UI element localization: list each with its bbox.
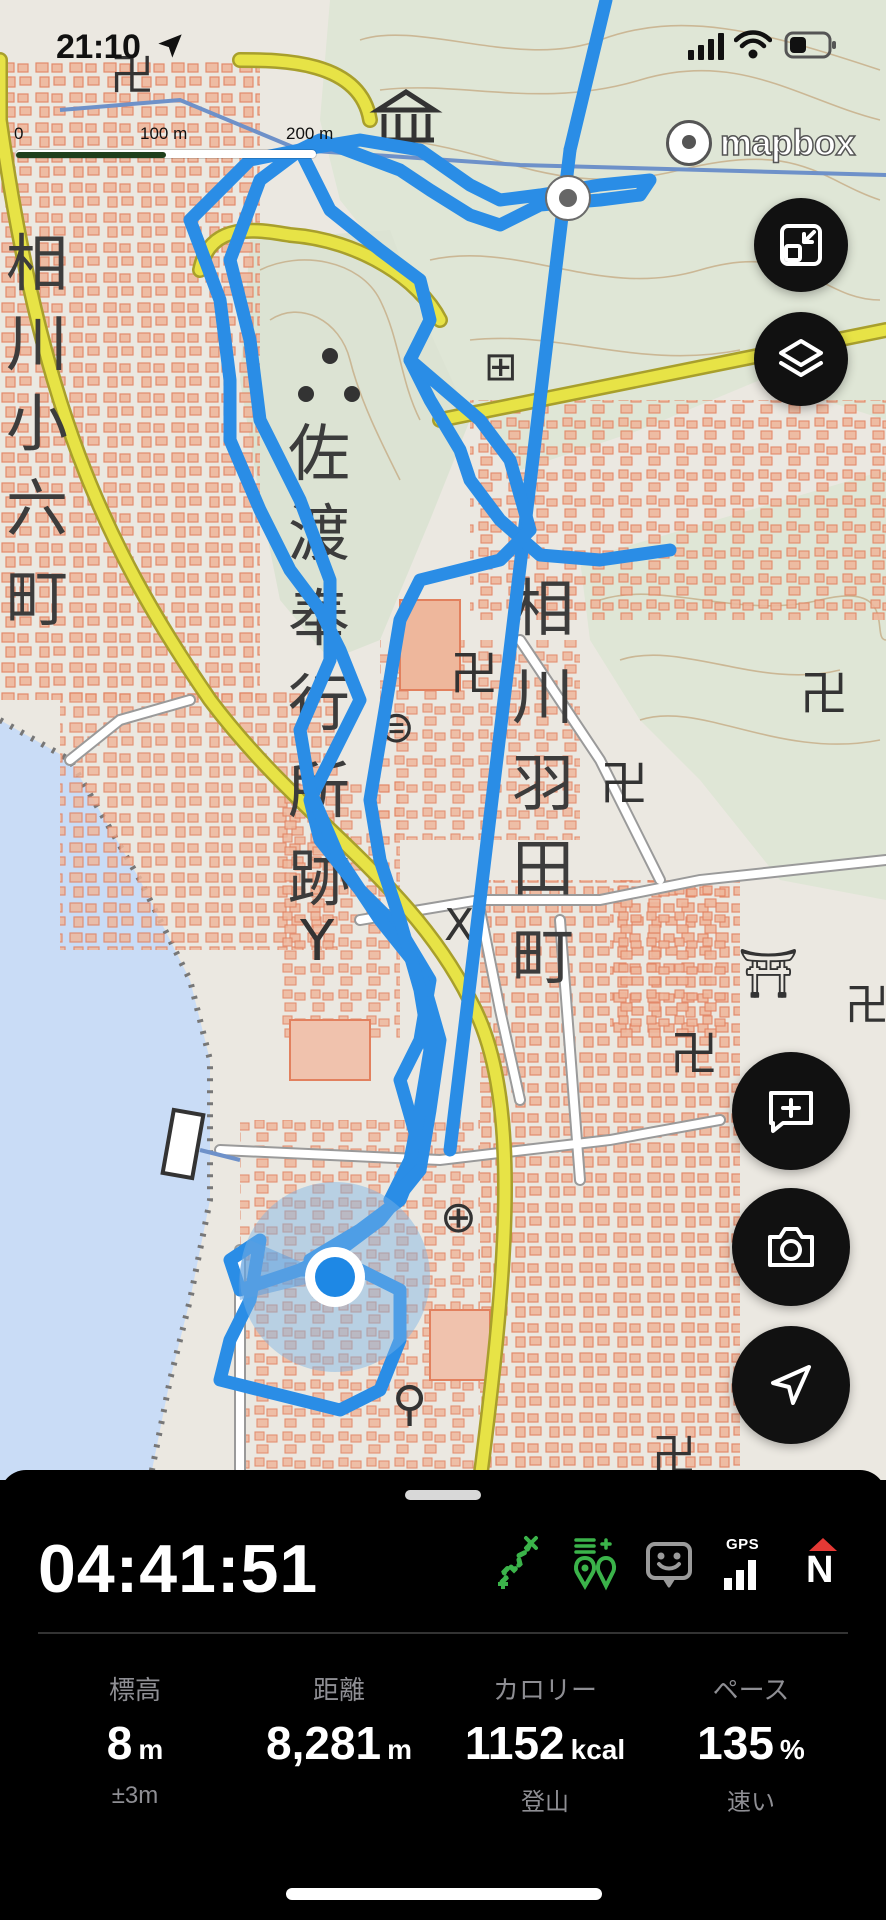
panel-divider — [38, 1632, 848, 1634]
compass-north-label: N — [806, 1549, 834, 1591]
activity-panel[interactable]: 04:41:51 GPS N 標高 8m ±3m 距離 8,281 m カロリー… — [0, 1470, 886, 1920]
mapbox-wordmark: mapbox — [719, 121, 856, 164]
stat-sub: ±3m — [111, 1782, 159, 1809]
stat-elevation: 標高 8m ±3m — [30, 1670, 240, 1810]
map-label-char: 小 — [6, 387, 68, 460]
map-view[interactable]: 卍 卍 卍 卍 卍 卍 卍 ⛩ ⊞ ⊜ ⊕ ⚲ Y X 相 川 小 六 町 佐 … — [0, 0, 886, 1480]
svg-text:卍: 卍 — [600, 756, 648, 812]
svg-text:⚲: ⚲ — [392, 1376, 427, 1432]
map-scale-bar: 0 100 m 200 m — [14, 124, 336, 164]
camera-button[interactable] — [732, 1188, 850, 1306]
elapsed-time: 04:41:51 — [38, 1531, 319, 1607]
svg-text:卍: 卍 — [670, 1026, 718, 1082]
expand-map-button[interactable] — [754, 198, 848, 292]
map-label-char: 町 — [512, 920, 574, 993]
stat-value: 8,281 — [265, 1717, 382, 1769]
stat-label: カロリー — [492, 1675, 597, 1705]
stat-calories: カロリー 1152 kcal 登山 — [440, 1670, 650, 1817]
map-label-char: 羽 — [512, 747, 574, 820]
gps-status-icon[interactable]: GPS — [718, 1534, 772, 1592]
svg-text:⛩: ⛩ — [738, 946, 799, 1002]
layers-button[interactable] — [754, 312, 848, 406]
stat-value: 1152 — [464, 1717, 565, 1769]
companion-device-icon[interactable] — [642, 1534, 696, 1592]
stat-label: 標高 — [108, 1675, 161, 1705]
location-arrow-icon — [158, 34, 182, 58]
layers-icon — [779, 339, 823, 377]
svg-text:⊞: ⊞ — [484, 344, 518, 390]
stat-unit: kcal — [570, 1734, 626, 1765]
wifi-icon — [734, 30, 772, 59]
route-icon[interactable] — [492, 1534, 546, 1592]
svg-text:⊕: ⊕ — [440, 1192, 477, 1243]
stat-unit: m — [387, 1734, 413, 1765]
panel-drag-handle[interactable] — [405, 1490, 481, 1500]
mapbox-attribution[interactable]: mapbox — [666, 118, 856, 168]
cellular-signal-icon — [688, 33, 724, 60]
scale-fill — [16, 152, 166, 158]
home-indicator[interactable] — [286, 1888, 602, 1900]
map-label-char: 六 — [6, 472, 68, 545]
stat-unit: % — [779, 1734, 805, 1765]
stat-distance: 距離 8,281 m — [234, 1670, 444, 1782]
map-label-char: 川 — [512, 660, 574, 733]
svg-text:卍: 卍 — [845, 980, 886, 1031]
map-label-char: 町 — [6, 562, 68, 635]
svg-text:卍: 卍 — [800, 666, 848, 722]
mapbox-logo-icon — [666, 120, 712, 166]
navigation-arrow-icon — [771, 1365, 811, 1405]
stat-label: ペース — [712, 1675, 790, 1705]
stat-unit: m — [138, 1734, 164, 1765]
map-label-char: 田 — [512, 832, 574, 905]
add-memo-icon — [769, 1091, 813, 1133]
status-time: 21:10 — [56, 28, 141, 66]
stat-value: 135 — [697, 1717, 774, 1769]
map-label-char: 相 — [6, 227, 68, 300]
current-location-button[interactable] — [732, 1326, 850, 1444]
stat-label: 距離 — [312, 1675, 365, 1705]
waypoint-pins-icon[interactable] — [568, 1534, 622, 1592]
add-memo-button[interactable] — [732, 1052, 850, 1170]
stat-pace: ペース 135% 速い — [646, 1670, 856, 1817]
stat-value: 8 — [106, 1717, 133, 1769]
svg-text:卍: 卍 — [450, 646, 498, 702]
expand-map-icon — [780, 224, 822, 266]
camera-icon — [768, 1227, 814, 1267]
compass-icon[interactable]: N — [796, 1534, 850, 1592]
gps-label: GPS — [726, 1536, 760, 1553]
stat-sub: 速い — [727, 1789, 775, 1816]
svg-text:Y: Y — [299, 909, 335, 974]
scale-label: 200 m — [286, 124, 334, 143]
status-bar: 21:10 — [0, 0, 886, 96]
map-label-char: 川 — [6, 307, 68, 380]
stat-sub: 登山 — [521, 1789, 569, 1816]
battery-icon — [784, 31, 836, 59]
scale-label: 0 — [14, 124, 24, 143]
map-label-char: 佐 — [288, 417, 350, 490]
scale-label: 100 m — [140, 124, 188, 143]
